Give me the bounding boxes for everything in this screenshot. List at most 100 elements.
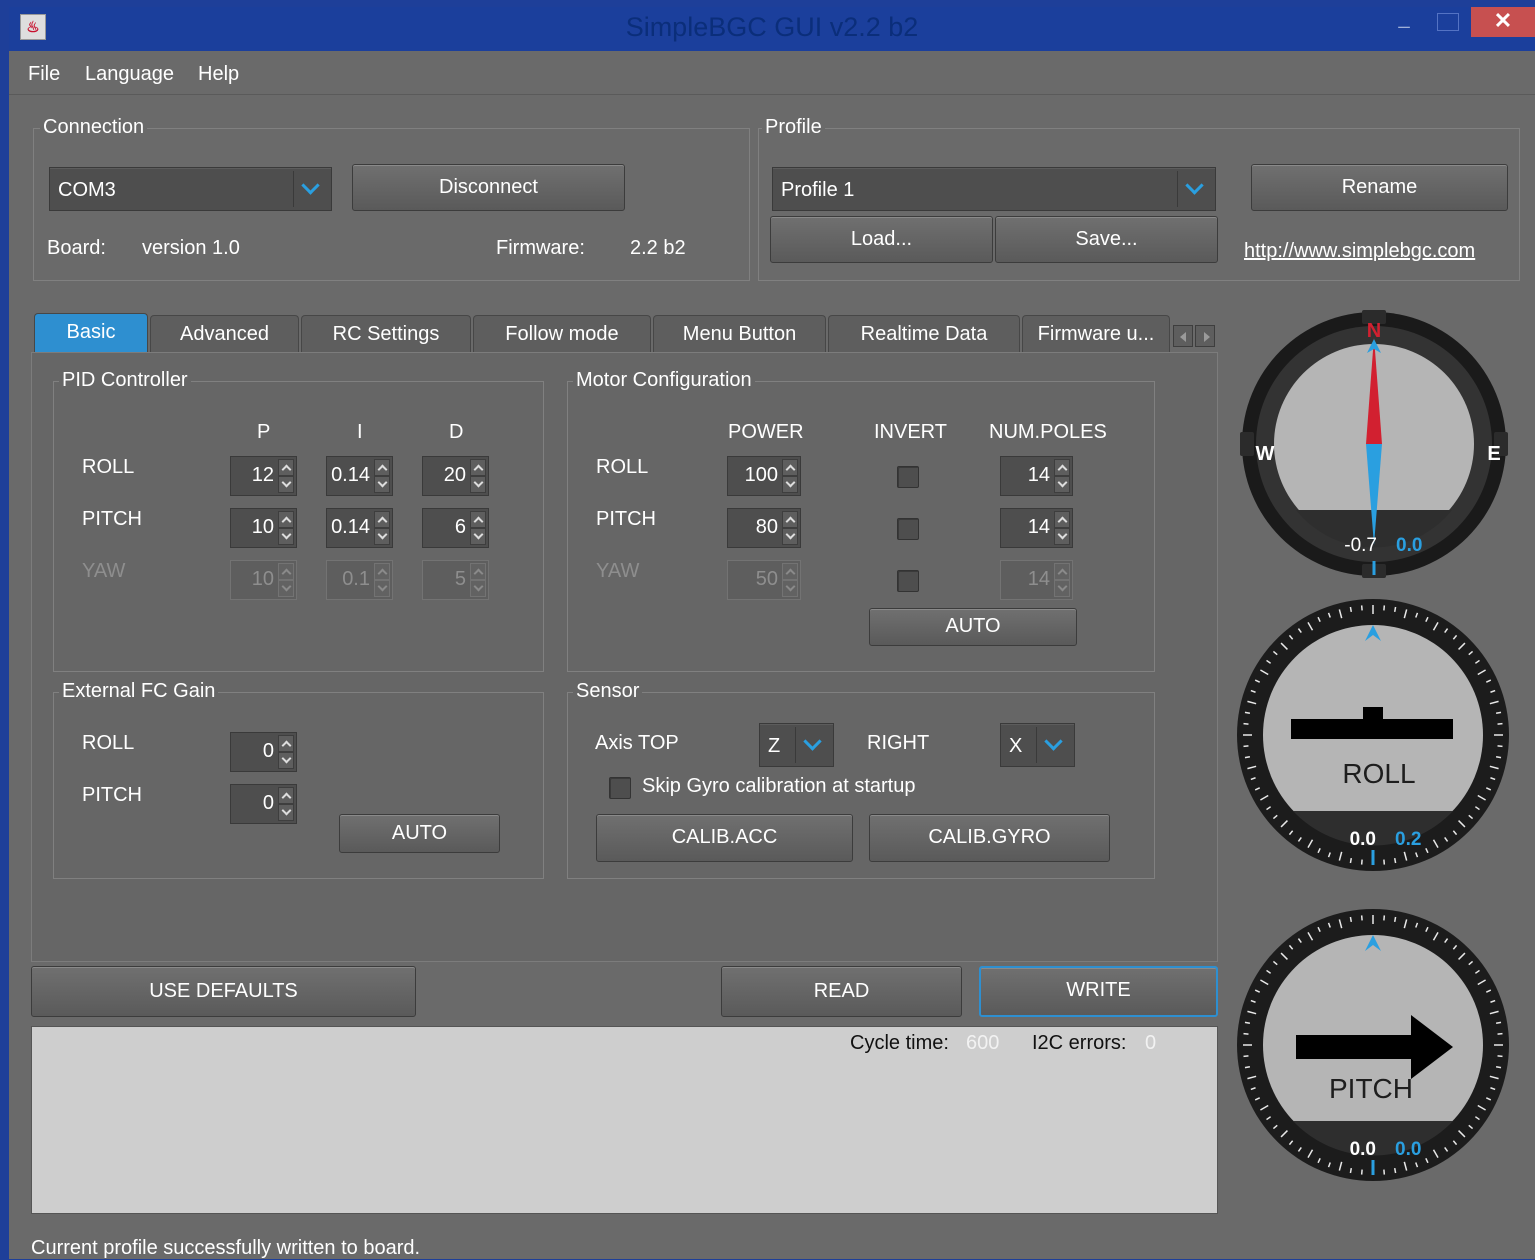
read-button[interactable]: READ xyxy=(721,966,962,1017)
spin-up-icon[interactable] xyxy=(278,459,294,476)
tab-menu-button[interactable]: Menu Button xyxy=(653,315,826,353)
calib-acc-button[interactable]: CALIB.ACC xyxy=(596,814,853,862)
tab-rc-settings[interactable]: RC Settings xyxy=(301,315,471,353)
spinner-value: 5 xyxy=(455,568,466,591)
spin-down-icon[interactable] xyxy=(374,528,390,545)
spin-down-icon[interactable] xyxy=(470,528,486,545)
spin-up-icon xyxy=(470,563,486,580)
spin-down-icon[interactable] xyxy=(278,476,294,493)
fc-auto-button[interactable]: AUTO xyxy=(339,814,500,853)
spinner-value: 20 xyxy=(444,464,466,487)
motor-pitch-label: PITCH xyxy=(596,508,656,531)
spin-down-icon[interactable] xyxy=(278,752,294,769)
spinner-value: 0.14 xyxy=(331,516,370,539)
rename-button[interactable]: Rename xyxy=(1251,164,1508,211)
motor-roll-poles-spinner[interactable]: 14 xyxy=(1000,456,1073,496)
save-button[interactable]: Save... xyxy=(995,216,1218,263)
motor-pitch-power-spinner[interactable]: 80 xyxy=(727,508,801,548)
compass-angle-value: -0.7 xyxy=(1344,535,1377,556)
spinner-value: 14 xyxy=(1028,568,1050,591)
tab-follow-mode[interactable]: Follow mode xyxy=(473,315,651,353)
pid-roll-p-spinner[interactable]: 12 xyxy=(230,456,297,496)
disconnect-button[interactable]: Disconnect xyxy=(352,164,625,211)
spin-down-icon xyxy=(1054,580,1070,597)
profile-select[interactable]: Profile 1 xyxy=(772,167,1216,211)
use-defaults-button[interactable]: USE DEFAULTS xyxy=(31,966,416,1017)
motor-pitch-poles-spinner[interactable]: 14 xyxy=(1000,508,1073,548)
motor-yaw-invert-checkbox[interactable] xyxy=(897,570,919,592)
motor-pitch-invert-checkbox[interactable] xyxy=(897,518,919,540)
window-title: SimpleBGC GUI v2.2 b2 xyxy=(9,12,1535,43)
spin-down-icon[interactable] xyxy=(782,528,798,545)
motor-yaw-poles-spinner: 14 xyxy=(1000,560,1073,600)
motor-roll-power-spinner[interactable]: 100 xyxy=(727,456,801,496)
dial-tick xyxy=(1395,917,1396,922)
tab-scroll-right-button[interactable] xyxy=(1195,325,1215,347)
minimize-button[interactable]: _ xyxy=(1392,13,1416,33)
pid-header-d: D xyxy=(449,421,463,444)
pid-pitch-i-spinner[interactable]: 0.14 xyxy=(326,508,393,548)
spin-down-icon[interactable] xyxy=(470,476,486,493)
spin-up-icon xyxy=(278,563,294,580)
i2c-errors-value: 0 xyxy=(1145,1032,1156,1055)
spin-up-icon[interactable] xyxy=(782,459,798,476)
pid-roll-i-spinner[interactable]: 0.14 xyxy=(326,456,393,496)
pid-header-p: P xyxy=(257,421,270,444)
spin-up-icon[interactable] xyxy=(782,511,798,528)
menu-help[interactable]: Help xyxy=(198,63,239,86)
tab-advanced[interactable]: Advanced xyxy=(150,315,299,353)
tab-scroll-left-button[interactable] xyxy=(1173,325,1193,347)
spin-up-icon[interactable] xyxy=(470,459,486,476)
spin-up-icon[interactable] xyxy=(1054,511,1070,528)
pid-header-i: I xyxy=(357,421,363,444)
calib-gyro-button[interactable]: CALIB.GYRO xyxy=(869,814,1110,862)
menu-file[interactable]: File xyxy=(28,63,60,86)
motor-auto-button[interactable]: AUTO xyxy=(869,608,1077,646)
spin-up-icon[interactable] xyxy=(278,735,294,752)
spin-up-icon[interactable] xyxy=(278,511,294,528)
compass-east-label: E xyxy=(1487,443,1500,465)
right-axis-select[interactable]: X xyxy=(1000,723,1075,767)
spin-down-icon[interactable] xyxy=(278,528,294,545)
firmware-value: 2.2 b2 xyxy=(630,237,686,260)
axis-top-select[interactable]: Z xyxy=(759,723,834,767)
spin-down-icon[interactable] xyxy=(374,476,390,493)
pid-yaw-d-spinner: 5 xyxy=(422,560,489,600)
tab-firmware-upgrade[interactable]: Firmware u... xyxy=(1022,315,1170,353)
fc-roll-spinner[interactable]: 0 xyxy=(230,732,297,772)
fc-pitch-label: PITCH xyxy=(82,784,142,807)
maximize-button[interactable] xyxy=(1437,13,1459,31)
spin-up-icon xyxy=(374,563,390,580)
pid-pitch-d-spinner[interactable]: 6 xyxy=(422,508,489,548)
tab-realtime-data[interactable]: Realtime Data xyxy=(828,315,1020,353)
spin-down-icon[interactable] xyxy=(1054,528,1070,545)
port-select[interactable]: COM3 xyxy=(49,167,332,211)
motor-roll-invert-checkbox[interactable] xyxy=(897,466,919,488)
tab-basic[interactable]: Basic xyxy=(34,313,148,353)
spin-up-icon[interactable] xyxy=(278,787,294,804)
spin-up-icon[interactable] xyxy=(470,511,486,528)
pitch-gauge-label: PITCH xyxy=(1329,1073,1413,1104)
close-button[interactable]: ✕ xyxy=(1471,7,1535,37)
website-link[interactable]: http://www.simplebgc.com xyxy=(1244,240,1475,263)
menu-language[interactable]: Language xyxy=(85,63,174,86)
spin-down-icon[interactable] xyxy=(278,804,294,821)
motor-header-num-poles: NUM.POLES xyxy=(989,421,1107,444)
spin-down-icon[interactable] xyxy=(1054,476,1070,493)
write-button[interactable]: WRITE xyxy=(979,966,1218,1017)
pid-roll-d-spinner[interactable]: 20 xyxy=(422,456,489,496)
dial-tick xyxy=(1245,1067,1250,1068)
pitch-angle-value: 0.0 xyxy=(1350,1139,1376,1160)
spin-down-icon[interactable] xyxy=(782,476,798,493)
load-button[interactable]: Load... xyxy=(770,216,993,263)
fc-pitch-spinner[interactable]: 0 xyxy=(230,784,297,824)
spin-up-icon[interactable] xyxy=(374,511,390,528)
pid-yaw-i-spinner: 0.1 xyxy=(326,560,393,600)
spin-up-icon[interactable] xyxy=(374,459,390,476)
compass-north-label: N xyxy=(1367,320,1381,342)
skip-gyro-checkbox[interactable] xyxy=(609,777,631,799)
spinner-value: 0 xyxy=(263,792,274,815)
spin-up-icon[interactable] xyxy=(1054,459,1070,476)
pid-pitch-p-spinner[interactable]: 10 xyxy=(230,508,297,548)
dial-tick xyxy=(1395,858,1396,863)
